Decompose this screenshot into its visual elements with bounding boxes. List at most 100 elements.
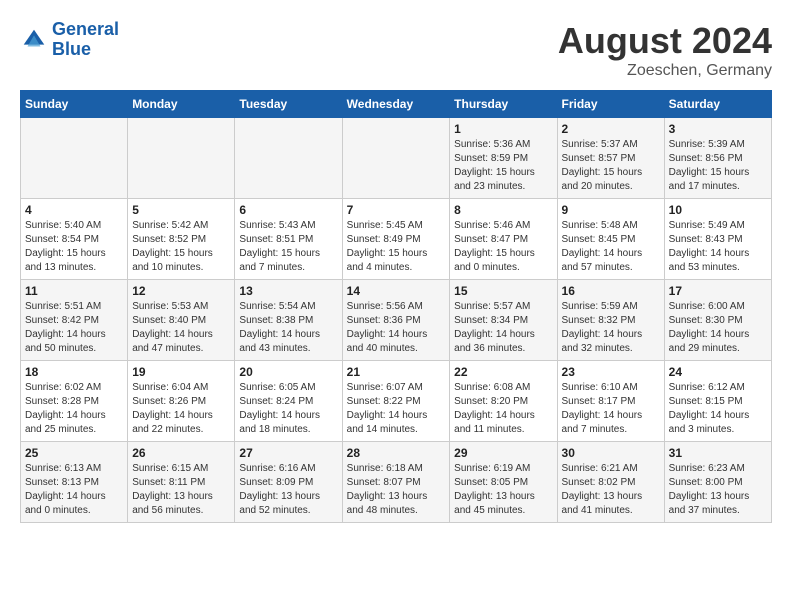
title-block: August 2024 Zoeschen, Germany bbox=[558, 20, 772, 80]
calendar-cell: 22 Sunrise: 6:08 AM Sunset: 8:20 PM Dayli… bbox=[450, 361, 557, 442]
day-number: 25 bbox=[25, 446, 123, 460]
calendar-cell: 23Sunrise: 6:10 AM Sunset: 8:17 PM Dayli… bbox=[557, 361, 664, 442]
calendar-week-1: 1Sunrise: 5:36 AM Sunset: 8:59 PM Daylig… bbox=[21, 118, 772, 199]
calendar-week-5: 25 Sunrise: 6:13 AM Sunset: 8:13 PM Dayli… bbox=[21, 442, 772, 523]
day-number: 21 bbox=[347, 365, 446, 379]
calendar-cell: 30Sunrise: 6:21 AM Sunset: 8:02 PM Dayli… bbox=[557, 442, 664, 523]
calendar-cell: 20Sunrise: 6:05 AM Sunset: 8:24 PM Dayli… bbox=[235, 361, 342, 442]
calendar-cell: 24 Sunrise: 6:12 AM Sunset: 8:15 PM Dayli… bbox=[664, 361, 771, 442]
day-info: Sunrise: 6:07 AM Sunset: 8:22 PM Dayligh… bbox=[347, 381, 446, 437]
day-info: Sunrise: 6:04 AM Sunset: 8:26 PM Dayligh… bbox=[132, 381, 230, 437]
day-number: 6 bbox=[239, 203, 337, 217]
day-info: Sunrise: 6:23 AM Sunset: 8:00 PM Dayligh… bbox=[669, 462, 767, 518]
day-info: Sunrise: 5:57 AM Sunset: 8:34 PM Dayligh… bbox=[454, 300, 552, 356]
day-number: 8 bbox=[454, 203, 552, 217]
weekday-header-friday: Friday bbox=[557, 91, 664, 118]
day-info: Sunrise: 6:16 AM Sunset: 8:09 PM Dayligh… bbox=[239, 462, 337, 518]
calendar-cell: 9 Sunrise: 5:48 AM Sunset: 8:45 PM Daylig… bbox=[557, 199, 664, 280]
calendar-cell: 8 Sunrise: 5:46 AM Sunset: 8:47 PM Daylig… bbox=[450, 199, 557, 280]
calendar-cell: 26Sunrise: 6:15 AM Sunset: 8:11 PM Dayli… bbox=[128, 442, 235, 523]
weekday-header-row: SundayMondayTuesdayWednesdayThursdayFrid… bbox=[21, 91, 772, 118]
calendar-cell: 6 Sunrise: 5:43 AM Sunset: 8:51 PM Daylig… bbox=[235, 199, 342, 280]
calendar-cell: 21 Sunrise: 6:07 AM Sunset: 8:22 PM Dayli… bbox=[342, 361, 450, 442]
location-subtitle: Zoeschen, Germany bbox=[558, 62, 772, 80]
calendar-body: 1Sunrise: 5:36 AM Sunset: 8:59 PM Daylig… bbox=[21, 118, 772, 523]
calendar-week-4: 18 Sunrise: 6:02 AM Sunset: 8:28 PM Dayli… bbox=[21, 361, 772, 442]
day-info: Sunrise: 5:45 AM Sunset: 8:49 PM Dayligh… bbox=[347, 219, 446, 275]
day-info: Sunrise: 6:05 AM Sunset: 8:24 PM Dayligh… bbox=[239, 381, 337, 437]
day-number: 29 bbox=[454, 446, 552, 460]
calendar-cell: 7 Sunrise: 5:45 AM Sunset: 8:49 PM Daylig… bbox=[342, 199, 450, 280]
day-number: 24 bbox=[669, 365, 767, 379]
day-info: Sunrise: 5:43 AM Sunset: 8:51 PM Dayligh… bbox=[239, 219, 337, 275]
day-number: 5 bbox=[132, 203, 230, 217]
day-number: 28 bbox=[347, 446, 446, 460]
day-number: 18 bbox=[25, 365, 123, 379]
day-number: 19 bbox=[132, 365, 230, 379]
calendar-cell bbox=[21, 118, 128, 199]
day-info: Sunrise: 5:46 AM Sunset: 8:47 PM Dayligh… bbox=[454, 219, 552, 275]
calendar-cell bbox=[342, 118, 450, 199]
day-info: Sunrise: 5:56 AM Sunset: 8:36 PM Dayligh… bbox=[347, 300, 446, 356]
calendar-cell: 10Sunrise: 5:49 AM Sunset: 8:43 PM Dayli… bbox=[664, 199, 771, 280]
weekday-header-monday: Monday bbox=[128, 91, 235, 118]
calendar-cell: 3 Sunrise: 5:39 AM Sunset: 8:56 PM Daylig… bbox=[664, 118, 771, 199]
logo: General Blue bbox=[20, 20, 119, 60]
calendar-cell: 19 Sunrise: 6:04 AM Sunset: 8:26 PM Dayli… bbox=[128, 361, 235, 442]
logo-line2: Blue bbox=[52, 39, 91, 59]
calendar-cell: 2Sunrise: 5:37 AM Sunset: 8:57 PM Daylig… bbox=[557, 118, 664, 199]
calendar-cell: 11 Sunrise: 5:51 AM Sunset: 8:42 PM Dayli… bbox=[21, 280, 128, 361]
calendar-cell bbox=[235, 118, 342, 199]
day-info: Sunrise: 6:00 AM Sunset: 8:30 PM Dayligh… bbox=[669, 300, 767, 356]
day-number: 26 bbox=[132, 446, 230, 460]
calendar-cell bbox=[128, 118, 235, 199]
day-number: 11 bbox=[25, 284, 123, 298]
day-number: 22 bbox=[454, 365, 552, 379]
day-info: Sunrise: 6:08 AM Sunset: 8:20 PM Dayligh… bbox=[454, 381, 552, 437]
month-title: August 2024 bbox=[558, 20, 772, 62]
day-number: 12 bbox=[132, 284, 230, 298]
day-info: Sunrise: 5:54 AM Sunset: 8:38 PM Dayligh… bbox=[239, 300, 337, 356]
day-info: Sunrise: 5:51 AM Sunset: 8:42 PM Dayligh… bbox=[25, 300, 123, 356]
calendar-header: SundayMondayTuesdayWednesdayThursdayFrid… bbox=[21, 91, 772, 118]
day-info: Sunrise: 5:48 AM Sunset: 8:45 PM Dayligh… bbox=[562, 219, 660, 275]
day-number: 7 bbox=[347, 203, 446, 217]
calendar-cell: 16 Sunrise: 5:59 AM Sunset: 8:32 PM Dayli… bbox=[557, 280, 664, 361]
day-info: Sunrise: 5:53 AM Sunset: 8:40 PM Dayligh… bbox=[132, 300, 230, 356]
day-number: 30 bbox=[562, 446, 660, 460]
calendar-week-2: 4Sunrise: 5:40 AM Sunset: 8:54 PM Daylig… bbox=[21, 199, 772, 280]
day-info: Sunrise: 5:39 AM Sunset: 8:56 PM Dayligh… bbox=[669, 138, 767, 194]
day-number: 9 bbox=[562, 203, 660, 217]
day-info: Sunrise: 5:59 AM Sunset: 8:32 PM Dayligh… bbox=[562, 300, 660, 356]
calendar-cell: 4Sunrise: 5:40 AM Sunset: 8:54 PM Daylig… bbox=[21, 199, 128, 280]
calendar-cell: 28 Sunrise: 6:18 AM Sunset: 8:07 PM Dayli… bbox=[342, 442, 450, 523]
day-info: Sunrise: 6:19 AM Sunset: 8:05 PM Dayligh… bbox=[454, 462, 552, 518]
logo-icon bbox=[20, 26, 48, 54]
day-info: Sunrise: 5:40 AM Sunset: 8:54 PM Dayligh… bbox=[25, 219, 123, 275]
calendar-cell: 1Sunrise: 5:36 AM Sunset: 8:59 PM Daylig… bbox=[450, 118, 557, 199]
weekday-header-tuesday: Tuesday bbox=[235, 91, 342, 118]
day-info: Sunrise: 6:18 AM Sunset: 8:07 PM Dayligh… bbox=[347, 462, 446, 518]
day-info: Sunrise: 6:12 AM Sunset: 8:15 PM Dayligh… bbox=[669, 381, 767, 437]
calendar-cell: 5 Sunrise: 5:42 AM Sunset: 8:52 PM Daylig… bbox=[128, 199, 235, 280]
calendar-cell: 12 Sunrise: 5:53 AM Sunset: 8:40 PM Dayli… bbox=[128, 280, 235, 361]
calendar-cell: 15Sunrise: 5:57 AM Sunset: 8:34 PM Dayli… bbox=[450, 280, 557, 361]
day-number: 16 bbox=[562, 284, 660, 298]
day-number: 3 bbox=[669, 122, 767, 136]
page-header: General Blue August 2024 Zoeschen, Germa… bbox=[20, 20, 772, 80]
weekday-header-sunday: Sunday bbox=[21, 91, 128, 118]
logo-text: General Blue bbox=[52, 20, 119, 60]
day-info: Sunrise: 6:02 AM Sunset: 8:28 PM Dayligh… bbox=[25, 381, 123, 437]
day-info: Sunrise: 5:37 AM Sunset: 8:57 PM Dayligh… bbox=[562, 138, 660, 194]
day-number: 13 bbox=[239, 284, 337, 298]
calendar-cell: 25 Sunrise: 6:13 AM Sunset: 8:13 PM Dayli… bbox=[21, 442, 128, 523]
logo-line1: General bbox=[52, 19, 119, 39]
calendar-cell: 27Sunrise: 6:16 AM Sunset: 8:09 PM Dayli… bbox=[235, 442, 342, 523]
calendar-cell: 14Sunrise: 5:56 AM Sunset: 8:36 PM Dayli… bbox=[342, 280, 450, 361]
day-info: Sunrise: 6:13 AM Sunset: 8:13 PM Dayligh… bbox=[25, 462, 123, 518]
calendar-cell: 31Sunrise: 6:23 AM Sunset: 8:00 PM Dayli… bbox=[664, 442, 771, 523]
day-number: 10 bbox=[669, 203, 767, 217]
day-number: 1 bbox=[454, 122, 552, 136]
day-number: 23 bbox=[562, 365, 660, 379]
day-info: Sunrise: 5:42 AM Sunset: 8:52 PM Dayligh… bbox=[132, 219, 230, 275]
